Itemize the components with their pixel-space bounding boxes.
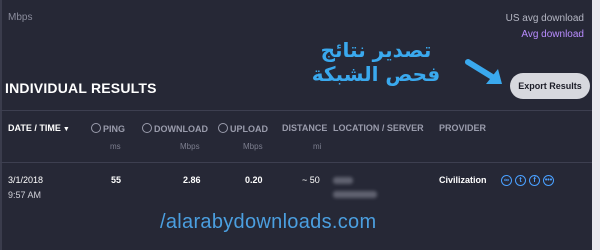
results-panel: Mbps US avg download Avg download تصدير …	[0, 0, 600, 250]
column-header-upload[interactable]: UPLOAD	[218, 123, 268, 134]
column-unit-mbps: Mbps	[243, 142, 263, 151]
column-header-label: DISTANCE	[282, 123, 328, 133]
link-icon[interactable]: ∞	[501, 175, 512, 186]
arabic-caption: تصدير نتائج فحص الشبكة	[311, 38, 441, 86]
column-header-distance[interactable]: DISTANCE	[282, 123, 327, 133]
column-header-label: UPLOAD	[230, 124, 268, 134]
left-edge	[0, 0, 2, 250]
result-provider: Civilization	[439, 175, 487, 185]
column-unit-mbps: Mbps	[180, 142, 200, 151]
column-header-label: LOCATION / SERVER	[333, 123, 424, 133]
page-title: INDIVIDUAL RESULTS	[5, 80, 157, 96]
result-date: 3/1/2018	[8, 175, 44, 185]
result-upload: 0.20	[245, 175, 263, 185]
upload-icon	[218, 123, 228, 133]
divider	[0, 110, 592, 111]
column-header-download[interactable]: DOWNLOAD	[142, 123, 208, 134]
column-unit-ms: ms	[110, 142, 121, 151]
column-header-label: PROVIDER	[439, 123, 487, 133]
sort-caret-icon: ▼	[62, 126, 70, 133]
download-icon	[142, 123, 152, 133]
chart-unit-label: Mbps	[8, 12, 33, 23]
result-time: 9:57 AM	[8, 190, 42, 200]
column-unit-mi: mi	[313, 142, 322, 151]
column-header-label: DOWNLOAD	[154, 124, 208, 134]
column-header-date-time[interactable]: DATE / TIME ▼	[8, 123, 70, 133]
result-download: 2.86	[183, 175, 201, 185]
column-header-provider[interactable]: PROVIDER	[439, 123, 486, 133]
result-distance: ~ 50	[302, 175, 320, 185]
blurred-server	[333, 191, 377, 198]
site-watermark: /alarabydownloads.com	[160, 211, 377, 233]
divider	[0, 162, 592, 163]
export-results-button[interactable]: Export Results	[510, 73, 590, 99]
result-ping: 55	[111, 175, 122, 185]
column-header-label: PING	[103, 124, 126, 134]
blurred-location	[333, 177, 353, 184]
column-header-ping[interactable]: PING	[91, 123, 125, 134]
more-icon[interactable]: •••	[543, 175, 554, 186]
us-avg-download-label: US avg download	[505, 13, 584, 24]
twitter-icon[interactable]: t	[515, 175, 526, 186]
arrow-icon	[465, 59, 502, 84]
avg-download-link[interactable]: Avg download	[521, 29, 584, 40]
facebook-icon[interactable]: f	[529, 175, 540, 186]
ping-icon	[91, 123, 101, 133]
column-header-location-server[interactable]: LOCATION / SERVER	[333, 123, 424, 133]
scrollbar-track[interactable]	[592, 0, 600, 250]
column-header-label: DATE / TIME	[8, 123, 61, 133]
